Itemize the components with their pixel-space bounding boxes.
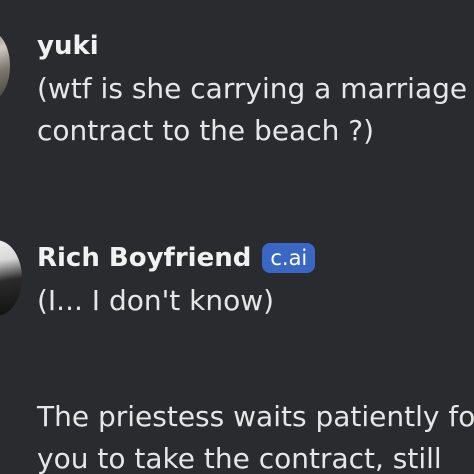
message-line: contract to the beach ?) — [37, 114, 375, 147]
user-name-row: yuki — [37, 28, 474, 64]
character-narration: The priestess waits patiently for you to… — [37, 396, 474, 474]
narration-line: you to take the contract, still — [37, 442, 442, 474]
character-avatar[interactable] — [0, 240, 22, 316]
user-message: yuki (wtf is she carrying a marriage con… — [37, 28, 474, 152]
character-name-row: Rich Boyfriend c.ai — [37, 240, 474, 276]
character-message: Rich Boyfriend c.ai (I... I don't know) — [37, 240, 474, 322]
user-message-text: (wtf is she carrying a marriage contract… — [37, 68, 474, 152]
character-name: Rich Boyfriend — [37, 243, 252, 273]
user-name: yuki — [37, 31, 99, 61]
message-line: (wtf is she carrying a marriage — [37, 72, 468, 105]
chat-transcript: yuki (wtf is she carrying a marriage con… — [0, 0, 474, 474]
user-avatar[interactable] — [0, 30, 10, 102]
character-message-text: (I... I don't know) — [37, 280, 474, 322]
cai-badge: c.ai — [262, 243, 316, 273]
message-line: (I... I don't know) — [37, 284, 275, 317]
narration-line: The priestess waits patiently for — [37, 400, 474, 433]
